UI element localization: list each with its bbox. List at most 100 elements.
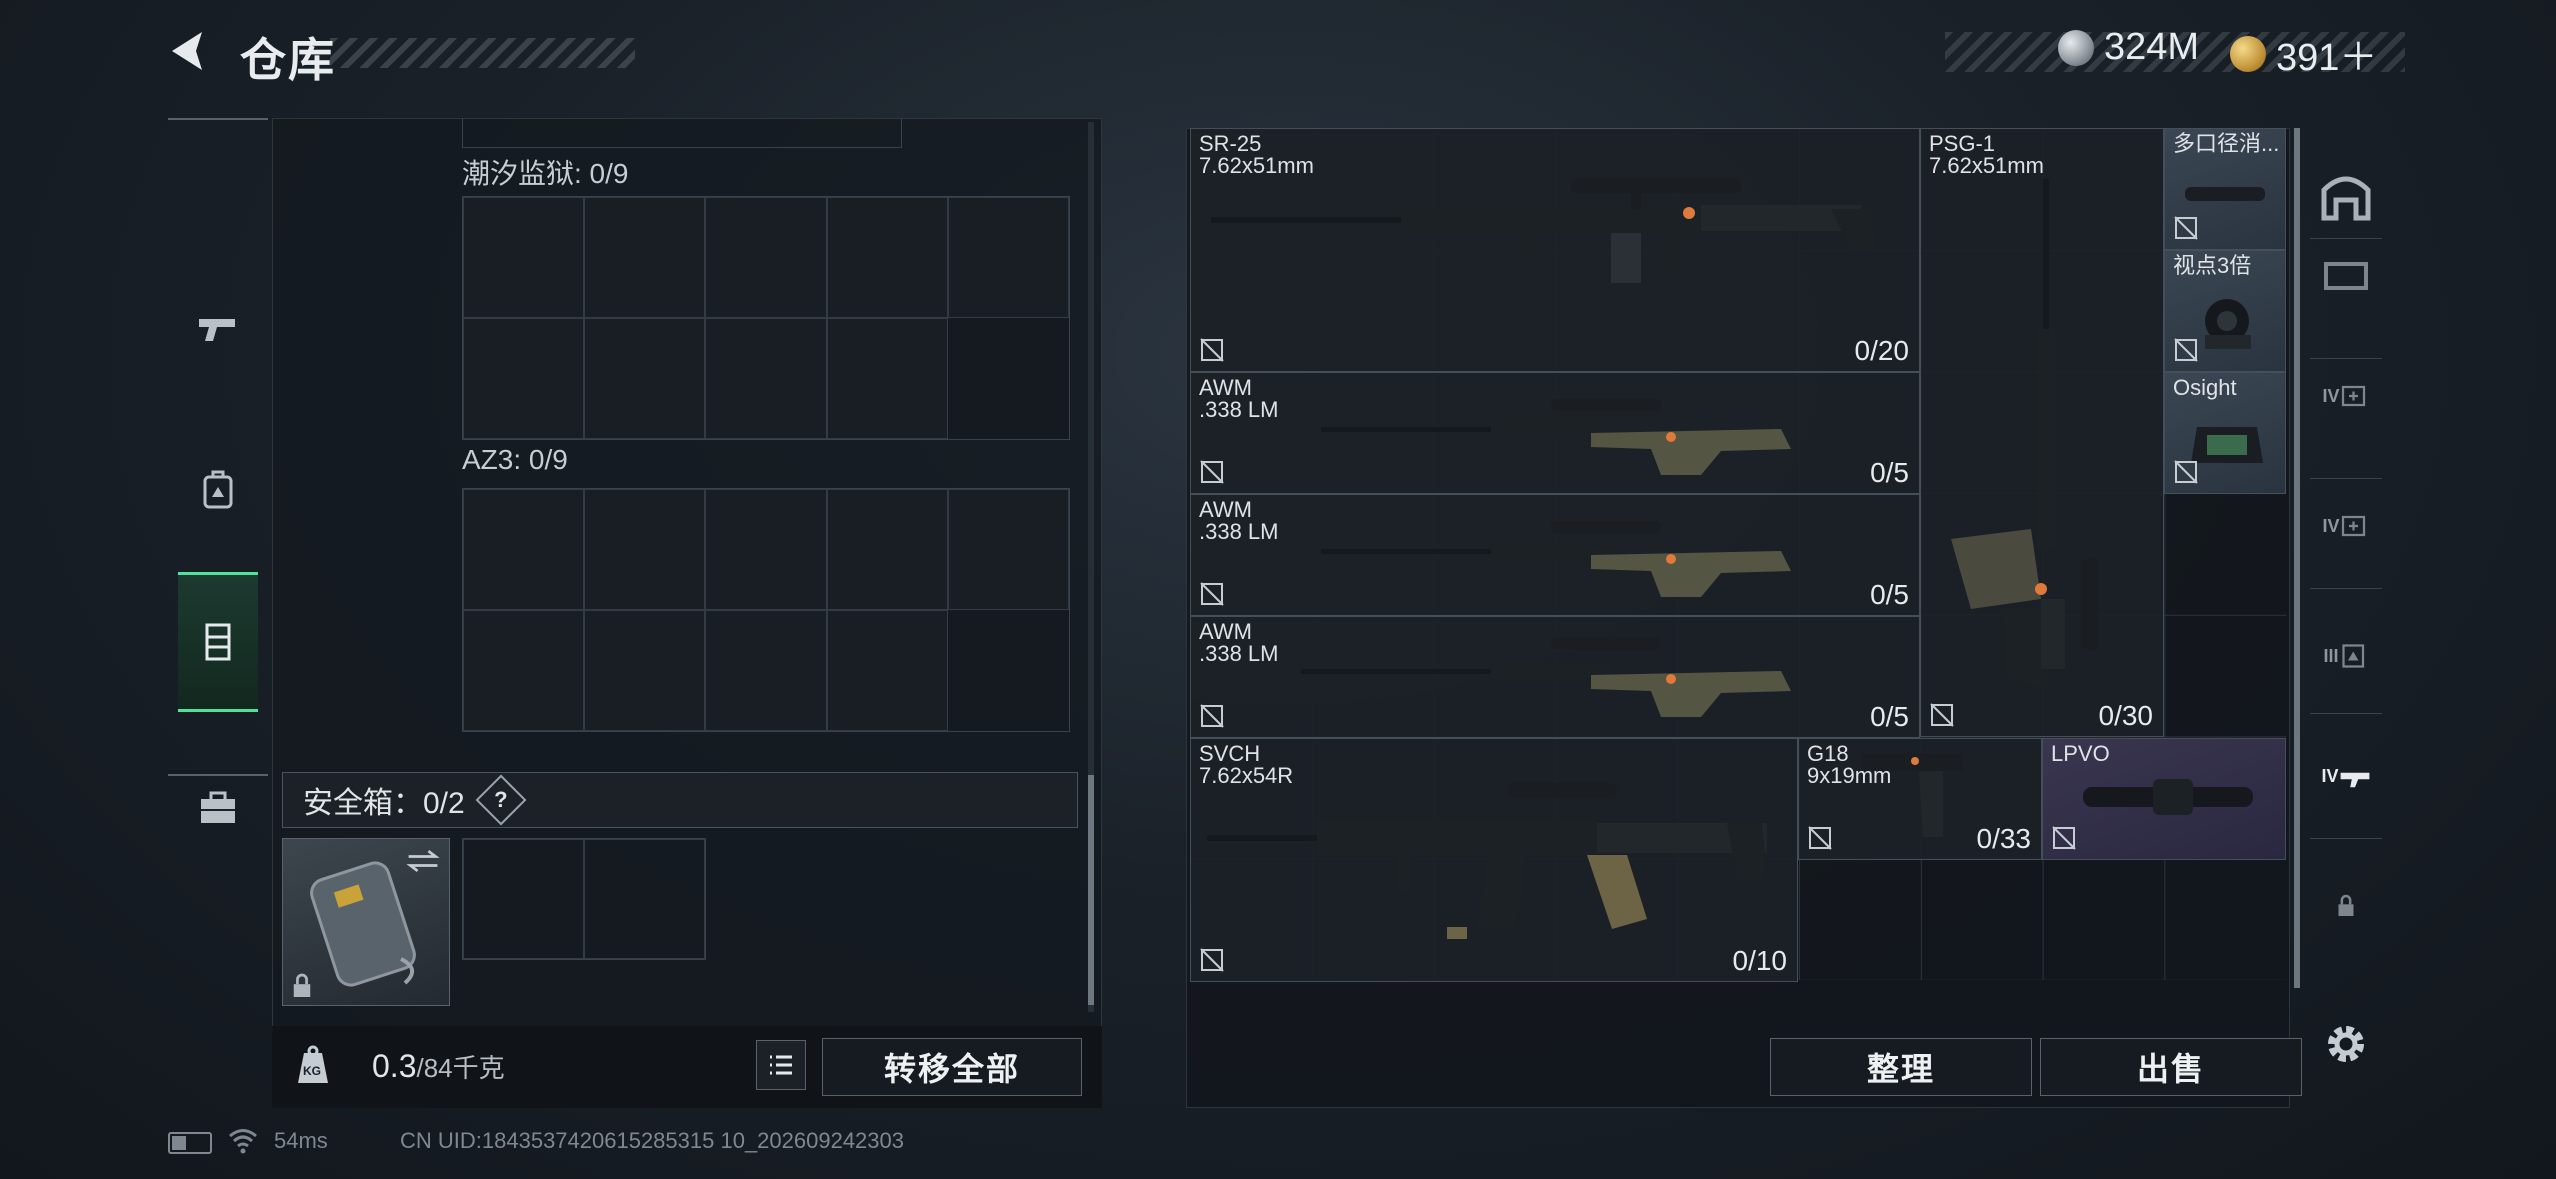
help-button[interactable]: ? — [475, 774, 527, 826]
no-mod-icon — [1200, 460, 1224, 484]
item-name: Osight — [2173, 375, 2237, 400]
transfer-all-button[interactable]: 转移全部 — [822, 1038, 1082, 1096]
tab-vest[interactable] — [178, 572, 258, 712]
item-count: 0/5 — [1870, 457, 1909, 488]
tab-stash-2[interactable] — [2318, 248, 2374, 304]
backpack-icon — [203, 470, 233, 509]
stash-item-lpvo[interactable]: LPVO — [2042, 738, 2286, 860]
category-tabs — [168, 118, 268, 823]
item-name: LPVO — [2051, 741, 2110, 766]
help-icon: ? — [493, 786, 508, 812]
gold-currency-value: 391＋ — [2276, 37, 2378, 79]
item-count: 0/20 — [1854, 335, 1910, 366]
grid-cell[interactable] — [463, 839, 584, 959]
grid-cell[interactable] — [705, 489, 827, 610]
tab-stash-all[interactable] — [2318, 168, 2374, 224]
sell-button[interactable]: 出售 — [2040, 1038, 2302, 1096]
battery-icon — [168, 1132, 212, 1154]
container-top-edge — [462, 118, 902, 148]
no-mod-icon — [2174, 460, 2198, 484]
sniper-rifle-icon — [1321, 521, 1791, 597]
silver-currency[interactable]: 324M — [2058, 26, 2199, 69]
briefcase-icon — [201, 791, 235, 823]
stash-item-suppressor[interactable]: 多口径消... — [2164, 128, 2286, 250]
container-grid[interactable] — [462, 196, 1070, 440]
item-name: AWM .338 LM — [1199, 497, 1279, 544]
no-mod-icon — [1200, 704, 1224, 728]
grid-cell[interactable] — [463, 318, 585, 439]
crate-icon — [2324, 262, 2368, 290]
gold-currency[interactable]: 391＋ — [2230, 26, 2377, 81]
tab-stash-3[interactable]: IV — [2318, 368, 2374, 424]
grid-cell[interactable] — [463, 610, 585, 731]
grid-cell[interactable] — [705, 610, 827, 731]
grid-cell[interactable] — [463, 489, 585, 610]
stash-item-psg1[interactable]: PSG-1 7.62x51mm 0/30 — [1920, 128, 2164, 737]
grid-cell[interactable] — [705, 197, 827, 318]
grid-cell[interactable] — [584, 318, 706, 439]
no-mod-icon — [1200, 948, 1224, 972]
ping-text: 54ms — [274, 1128, 328, 1153]
stash-item-sr25[interactable]: SR-25 7.62x51mm 0/20 — [1190, 128, 1920, 372]
no-mod-icon — [2174, 338, 2198, 362]
grid-cell[interactable] — [826, 489, 948, 610]
swap-icon[interactable] — [405, 847, 441, 875]
stash-item-g18[interactable]: G18 9x19mm 0/33 — [1798, 738, 2042, 860]
vest-icon — [205, 623, 231, 661]
stash-item-svch[interactable]: SVCH 7.62x54R 0/10 — [1190, 738, 1798, 982]
item-count: 0/5 — [1870, 701, 1909, 732]
list-view-button[interactable] — [756, 1040, 806, 1090]
tab-stash-5[interactable]: III — [2318, 628, 2374, 684]
stash-item-awm[interactable]: AWM .338 LM 0/5 — [1190, 494, 1920, 616]
title-decoration — [330, 38, 635, 68]
rifle-icon — [1951, 179, 2099, 689]
grid-cell[interactable] — [463, 197, 585, 318]
weight-value: 0.3 — [372, 1048, 417, 1084]
tab-weapons[interactable] — [178, 260, 258, 400]
stash-item-awm[interactable]: AWM .338 LM 0/5 — [1190, 372, 1920, 494]
grid-cell[interactable] — [826, 610, 948, 731]
grid-cell-empty — [947, 610, 1069, 731]
lock-icon — [293, 973, 311, 997]
svg-text:KG: KG — [303, 1064, 321, 1078]
item-name: 视点3倍 — [2173, 253, 2252, 278]
settings-button[interactable] — [2318, 1016, 2374, 1072]
container-scroll-thumb[interactable] — [1088, 775, 1094, 1005]
stash-item-osight[interactable]: Osight — [2164, 372, 2286, 494]
item-name: PSG-1 7.62x51mm — [1929, 131, 2044, 178]
grid-cell-empty — [947, 318, 1069, 439]
grid-cell[interactable] — [947, 197, 1069, 318]
item-name: AWM .338 LM — [1199, 375, 1279, 422]
grid-cell[interactable] — [947, 489, 1069, 610]
tab-cases[interactable] — [178, 738, 258, 878]
rifle-icon — [1211, 179, 1876, 283]
user-id-text: CN UID:1843537420615285315 10_2026092423… — [400, 1128, 905, 1153]
backpack-icon — [2341, 644, 2364, 668]
item-name: AWM .338 LM — [1199, 619, 1279, 666]
grid-cell[interactable] — [584, 610, 706, 731]
item-name: 多口径消... — [2173, 131, 2280, 156]
safe-box-header: 安全箱：0/2 ? — [282, 772, 1078, 828]
container-label: 潮汐监狱: 0/9 — [462, 158, 629, 189]
tab-backpack[interactable] — [178, 420, 258, 560]
safe-box-item[interactable] — [282, 838, 450, 1006]
sort-button[interactable]: 整理 — [1770, 1038, 2032, 1096]
wifi-icon — [229, 1129, 257, 1154]
container-label: AZ3: 0/9 — [462, 444, 568, 475]
medkit-icon — [2341, 515, 2365, 537]
grid-cell[interactable] — [584, 839, 705, 959]
tab-stash-locked[interactable] — [2318, 878, 2374, 934]
tab-stash-weapons[interactable]: IV — [2318, 748, 2374, 804]
back-button[interactable] — [162, 26, 212, 76]
grid-cell[interactable] — [826, 197, 948, 318]
grid-cell[interactable] — [584, 197, 706, 318]
stash-item-awm[interactable]: AWM .338 LM 0/5 — [1190, 616, 1920, 738]
safe-box-label: 安全箱：0/2 — [303, 787, 465, 820]
tab-stash-4[interactable]: IV — [2318, 498, 2374, 554]
stash-item-scope-3x[interactable]: 视点3倍 — [2164, 250, 2286, 372]
grid-cell[interactable] — [705, 318, 827, 439]
grid-cell[interactable] — [826, 318, 948, 439]
grid-cell[interactable] — [584, 489, 706, 610]
container-grid[interactable] — [462, 488, 1070, 732]
safe-box-slots[interactable] — [462, 838, 706, 960]
